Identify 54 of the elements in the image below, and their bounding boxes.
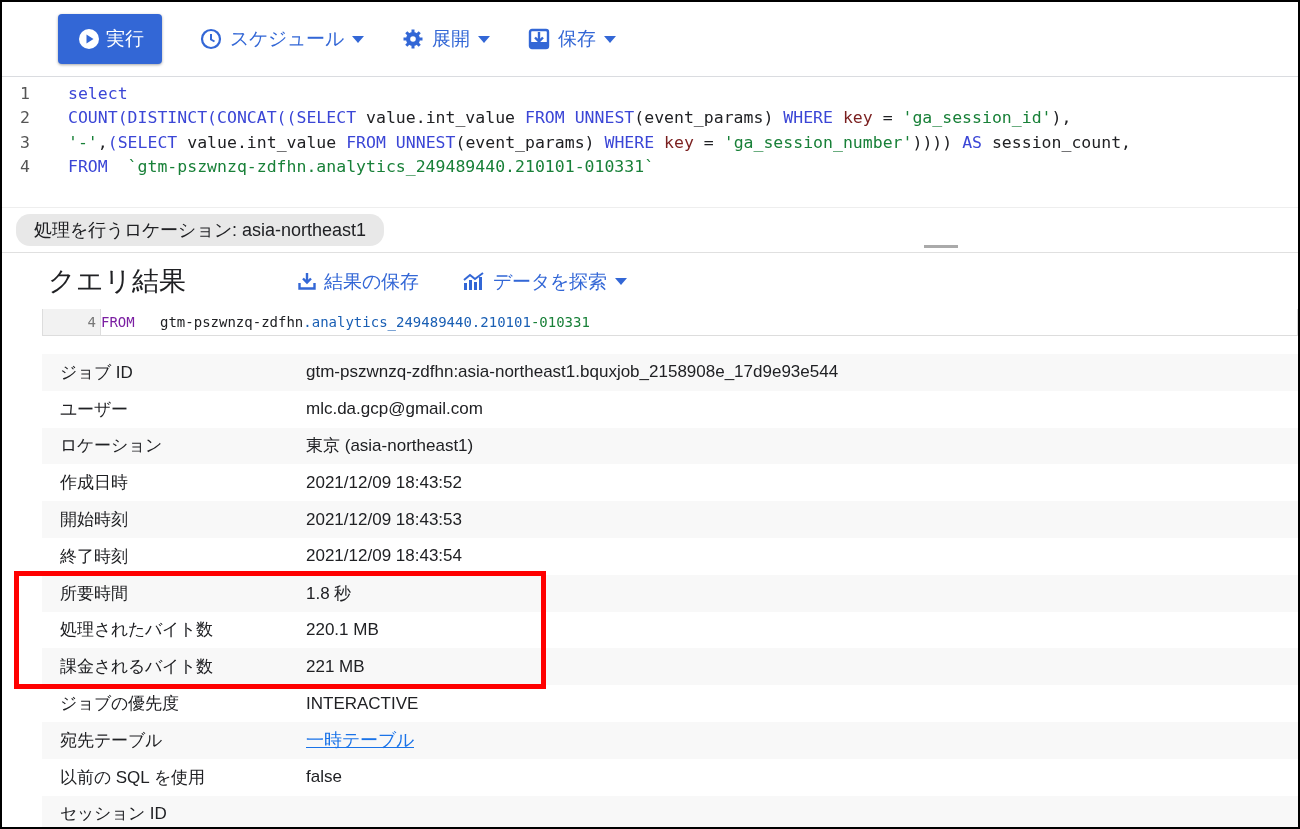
field-value: 221 MB [306, 656, 365, 677]
caret-icon [478, 35, 490, 43]
field-label: 以前の SQL を使用 [59, 766, 206, 789]
gear-icon [402, 28, 424, 50]
line-number: 2 [19, 108, 31, 128]
field-label: 所要時間 [59, 582, 129, 605]
field-label: ユーザー [59, 398, 129, 421]
deploy-menu-button[interactable]: 展開 [402, 22, 490, 56]
save-icon [528, 28, 550, 50]
results-title: クエリ結果 [48, 265, 186, 298]
field-value: 2021/12/09 18:43:52 [306, 472, 462, 493]
field-value: 東京 (asia-northeast1) [306, 435, 474, 458]
code-line: '-',(SELECT value.int_value FROM UNNEST(event_params) WHERE key = 'ga_session_number')))) AS session_count, [68, 132, 1131, 152]
save-menu-button[interactable]: 保存 [528, 22, 616, 56]
clock-icon [200, 28, 222, 50]
field-label: 宛先テーブル [59, 729, 163, 752]
field-value: 2021/12/09 18:43:54 [306, 546, 462, 567]
field-label: 課金されるバイト数 [59, 656, 214, 679]
play-icon [78, 28, 100, 50]
run-button[interactable]: 実行 [58, 14, 162, 64]
save-results-button[interactable]: 結果の保存 [298, 264, 419, 298]
field-value: 220.1 MB [306, 619, 379, 640]
line-number: 1 [19, 83, 31, 103]
caret-icon [615, 277, 627, 285]
line-number: 3 [19, 132, 31, 152]
code-line: select [68, 83, 128, 103]
schedule-menu-button[interactable]: スケジュール [200, 22, 364, 56]
field-label: ジョブ ID [59, 361, 134, 384]
field-value: INTERACTIVE [306, 693, 419, 714]
line-number: 4 [43, 309, 101, 335]
code-line: COUNT(DISTINCT(CONCAT((SELECT value.int_value FROM UNNEST(event_params) WHERE key = 'ga_session_id'), [68, 108, 1072, 128]
caret-icon [604, 35, 616, 43]
field-label: 終了時刻 [59, 545, 129, 568]
field-value: mlc.da.gcp@gmail.com [306, 399, 483, 420]
download-icon [298, 272, 316, 290]
code-line: FROM `gtm-pszwnzq-zdfhn.analytics_249489440.210101-010331` [68, 157, 655, 177]
caret-icon [352, 35, 364, 43]
explore-data-button[interactable]: データを探索 [463, 264, 627, 298]
field-label: 作成日時 [59, 472, 129, 495]
field-label: ジョブの優先度 [59, 693, 180, 716]
code-line: FROM gtm-pszwnzq-zdfhn.analytics_249489440.210101-010331 [101, 314, 590, 330]
location-chip: 処理を行うロケーション: asia-northeast1 [16, 214, 385, 246]
field-value: gtm-pszwnzq-zdfhn:asia-northeast1.bquxjob_2158908e_17d9e93e544 [306, 362, 839, 383]
resize-handle[interactable] [924, 245, 958, 248]
table-link[interactable]: 一時テーブル [306, 728, 414, 753]
field-label: セッション ID [59, 803, 168, 826]
field-label: ロケーション [59, 435, 163, 458]
line-number: 4 [19, 157, 31, 177]
chart-icon [463, 272, 485, 290]
field-value: false [306, 767, 342, 788]
field-label: 開始時刻 [59, 509, 129, 532]
field-label: 処理されたバイト数 [59, 619, 214, 642]
field-value: 1.8 秒 [306, 582, 352, 605]
field-value: 2021/12/09 18:43:53 [306, 509, 462, 530]
